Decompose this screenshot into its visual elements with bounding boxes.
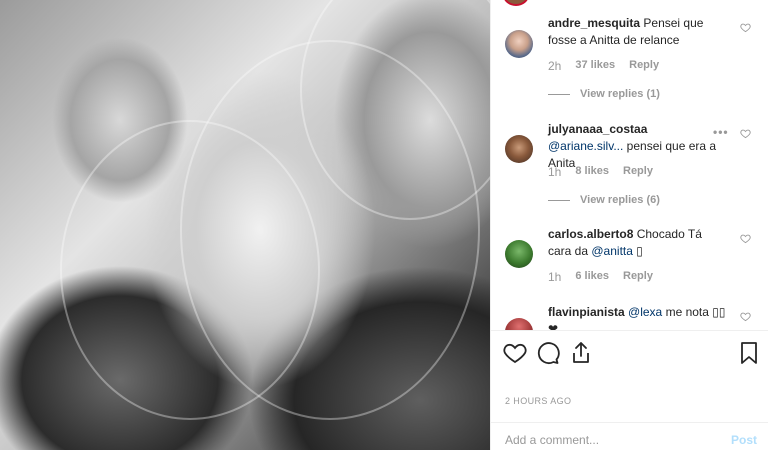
replies-divider bbox=[548, 199, 570, 201]
comment-username[interactable]: carlos.alberto8 bbox=[548, 227, 633, 241]
post-photo[interactable] bbox=[0, 0, 490, 450]
small-heart-icon[interactable] bbox=[740, 128, 751, 139]
post-button[interactable]: Post bbox=[731, 433, 757, 447]
comment-username[interactable]: andre_mesquita bbox=[548, 16, 640, 30]
heart-icon[interactable] bbox=[503, 341, 527, 365]
add-comment-bar: Add a comment... Post bbox=[491, 422, 768, 450]
comments-list[interactable]: andre_mesquita Pensei que fosse a Anitta… bbox=[491, 0, 768, 330]
comment-meta: 1h 8 likes Reply bbox=[548, 165, 653, 179]
reply-button[interactable]: Reply bbox=[623, 270, 653, 284]
comment-icon[interactable] bbox=[536, 341, 560, 365]
post-actions-bar bbox=[491, 330, 768, 374]
small-heart-icon[interactable] bbox=[740, 233, 751, 244]
comment-text: carlos.alberto8 Chocado Tá cara da @anit… bbox=[548, 226, 728, 260]
comment-mention[interactable]: @lexa bbox=[628, 305, 662, 319]
comment-meta: 2h 37 likes Reply bbox=[548, 59, 659, 73]
view-replies-label: View replies (6) bbox=[580, 194, 660, 206]
replies-divider bbox=[548, 93, 570, 95]
small-heart-icon[interactable] bbox=[740, 311, 751, 322]
commenter-avatar[interactable] bbox=[505, 30, 533, 58]
view-replies-button[interactable]: View replies (1) bbox=[548, 88, 660, 100]
commenter-avatar[interactable] bbox=[505, 135, 533, 163]
small-heart-icon[interactable] bbox=[740, 22, 751, 33]
bookmark-icon[interactable] bbox=[737, 341, 761, 365]
comment-username[interactable]: julyanaaa_costaa bbox=[548, 122, 647, 136]
view-replies-label: View replies (1) bbox=[580, 88, 660, 100]
commenter-avatar[interactable] bbox=[505, 240, 533, 268]
comment-time: 1h bbox=[548, 165, 562, 179]
comment-mention[interactable]: @anitta bbox=[591, 244, 633, 258]
post-date: 2 HOURS AGO bbox=[505, 396, 572, 406]
comment-mention[interactable]: @ariane.silv... bbox=[548, 139, 623, 153]
comment-username[interactable]: flavinpianista bbox=[548, 305, 625, 319]
hair-strand bbox=[60, 120, 320, 420]
comment-text: flavinpianista @lexa me nota ▯▯ ❤ bbox=[548, 304, 728, 330]
share-icon[interactable] bbox=[569, 341, 593, 365]
comment-likes[interactable]: 6 likes bbox=[575, 270, 609, 284]
comment-body: me nota bbox=[665, 305, 709, 319]
reply-button[interactable]: Reply bbox=[629, 59, 659, 73]
comment-input[interactable]: Add a comment... bbox=[505, 433, 599, 447]
comment-emoji: ▯ bbox=[636, 244, 643, 258]
comment-likes[interactable]: 37 likes bbox=[575, 59, 615, 73]
view-replies-button[interactable]: View replies (6) bbox=[548, 194, 660, 206]
comment-likes[interactable]: 8 likes bbox=[575, 165, 609, 179]
comment-text: andre_mesquita Pensei que fosse a Anitta… bbox=[548, 15, 728, 49]
comment-time: 1h bbox=[548, 270, 562, 284]
comment-meta: 1h 6 likes Reply bbox=[548, 270, 653, 284]
comment-time: 2h bbox=[548, 59, 562, 73]
owner-avatar[interactable] bbox=[503, 0, 529, 6]
reply-button[interactable]: Reply bbox=[623, 165, 653, 179]
more-options-icon[interactable]: ••• bbox=[713, 125, 729, 139]
post-side-panel: andre_mesquita Pensei que fosse a Anitta… bbox=[490, 0, 768, 450]
commenter-avatar[interactable] bbox=[505, 318, 533, 330]
